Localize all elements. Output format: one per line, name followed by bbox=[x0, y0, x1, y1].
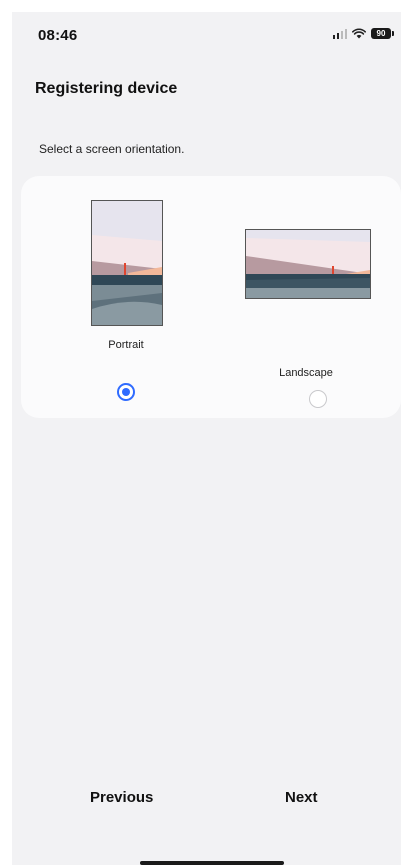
landscape-preview-image bbox=[245, 229, 371, 299]
orientation-card: Portrait Landscape bbox=[21, 176, 401, 418]
previous-button[interactable]: Previous bbox=[90, 789, 153, 806]
status-icons: 90 bbox=[332, 28, 394, 39]
status-time: 08:46 bbox=[38, 27, 78, 44]
device-screen: 08:46 90 Registering device Select a scr… bbox=[12, 12, 401, 865]
option-label-landscape: Landscape bbox=[279, 367, 333, 379]
wifi-icon bbox=[352, 28, 366, 39]
home-indicator[interactable] bbox=[140, 861, 284, 865]
portrait-preview-image bbox=[91, 200, 163, 326]
option-label-portrait: Portrait bbox=[108, 339, 144, 351]
radio-landscape[interactable] bbox=[309, 390, 327, 408]
next-button[interactable]: Next bbox=[285, 789, 318, 806]
battery-level: 90 bbox=[376, 29, 386, 38]
instruction-text: Select a screen orientation. bbox=[39, 142, 185, 156]
radio-portrait[interactable] bbox=[117, 383, 135, 401]
signal-icon bbox=[332, 28, 347, 39]
battery-icon: 90 bbox=[371, 28, 394, 39]
page-title: Registering device bbox=[35, 80, 178, 97]
